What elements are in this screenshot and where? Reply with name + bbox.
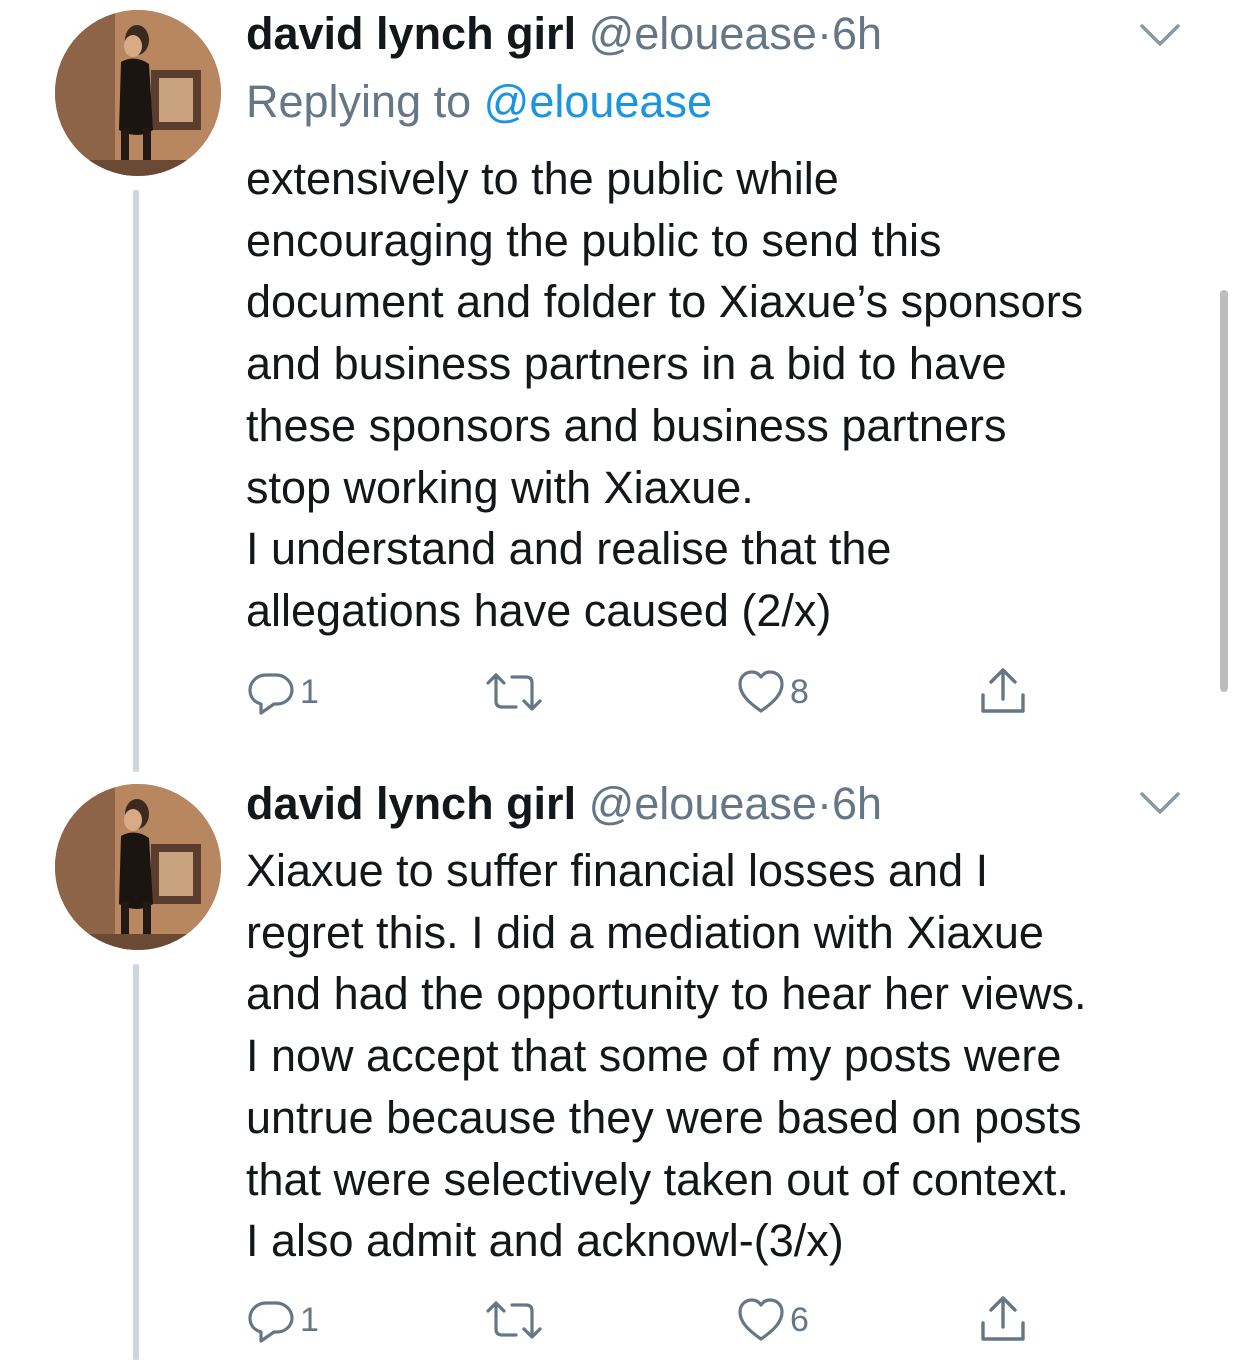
action-bar: 1 6: [246, 1292, 1066, 1348]
tweet-text-line: I now accept that some of my posts were: [246, 1030, 1062, 1082]
scrollbar[interactable]: [1220, 290, 1228, 692]
heart-icon: [738, 670, 784, 713]
tweet-text-line: and business partners in a bid to have: [246, 338, 1007, 390]
tweet-header: david lynch girl @elouease·6h: [246, 776, 882, 832]
tweet-text-line: stop working with Xiaxue.: [246, 461, 754, 513]
handle[interactable]: @elouease: [589, 8, 817, 59]
reply-icon: [248, 1301, 294, 1343]
reply-icon: [248, 673, 294, 715]
display-name[interactable]: david lynch girl: [246, 8, 576, 59]
thread-line: [133, 190, 139, 772]
tweet-text-line: encouraging the public to send this: [246, 214, 942, 266]
tweet-header: david lynch girl @elouease·6h: [246, 6, 882, 62]
reply-button[interactable]: 1: [246, 664, 319, 720]
like-count: 8: [790, 673, 809, 711]
avatar[interactable]: [55, 10, 221, 176]
tweet[interactable]: david lynch girl @elouease·6h Xiaxue to …: [0, 772, 1236, 1360]
tweet-text-line: I also admit and acknowl-(3/x): [246, 1215, 844, 1267]
tweet-text: Xiaxue to suffer financial losses and I …: [246, 840, 1087, 1272]
tweet-text-line: document and folder to Xiaxue’s sponsors: [246, 276, 1084, 328]
retweet-button[interactable]: [482, 664, 550, 720]
heart-icon: [738, 1298, 784, 1341]
reply-count: 1: [300, 1301, 319, 1339]
chevron-down-icon[interactable]: [1138, 20, 1182, 50]
thread-line: [133, 964, 139, 1360]
separator-dot: ·: [816, 8, 832, 59]
tweet-text-line: I understand and realise that the: [246, 523, 892, 575]
reply-count: 1: [300, 673, 319, 711]
replying-prefix: Replying to: [246, 76, 484, 127]
share-icon: [981, 668, 1025, 713]
tweet-text-line: extensively to the public while: [246, 153, 839, 204]
like-button[interactable]: 8: [736, 664, 809, 720]
tweet-text-line: and had the opportunity to hear her view…: [246, 968, 1087, 1020]
action-bar: 1 8: [246, 664, 1066, 720]
share-button[interactable]: [976, 664, 1030, 720]
tweet-text-line: Xiaxue to suffer financial losses and I: [246, 845, 989, 896]
like-button[interactable]: 6: [736, 1292, 809, 1348]
timestamp[interactable]: 6h: [832, 778, 882, 829]
tweet-text-line: allegations have caused (2/x): [246, 584, 832, 636]
tweet-text-line: that were selectively taken out of conte…: [246, 1153, 1069, 1205]
chevron-down-icon[interactable]: [1138, 788, 1182, 818]
tweet-text-line: these sponsors and business partners: [246, 399, 1007, 451]
separator-dot: ·: [816, 778, 832, 829]
tweet-text: extensively to the public while encourag…: [246, 148, 1083, 642]
share-icon: [981, 1296, 1025, 1341]
replying-to: Replying to @elouease: [246, 74, 712, 130]
handle[interactable]: @elouease: [589, 778, 817, 829]
retweet-icon: [486, 673, 542, 711]
reply-button[interactable]: 1: [246, 1292, 319, 1348]
avatar[interactable]: [55, 784, 221, 950]
tweet-text-line: untrue because they were based on posts: [246, 1091, 1082, 1143]
tweet-text-line: regret this. I did a mediation with Xiax…: [246, 906, 1044, 958]
retweet-button[interactable]: [482, 1292, 550, 1348]
like-count: 6: [790, 1301, 809, 1339]
replying-to-mention[interactable]: @elouease: [484, 76, 712, 127]
tweet[interactable]: david lynch girl @elouease·6h Replying t…: [0, 0, 1236, 772]
retweet-icon: [486, 1301, 542, 1339]
timestamp[interactable]: 6h: [832, 8, 882, 59]
share-button[interactable]: [976, 1292, 1030, 1348]
display-name[interactable]: david lynch girl: [246, 778, 576, 829]
